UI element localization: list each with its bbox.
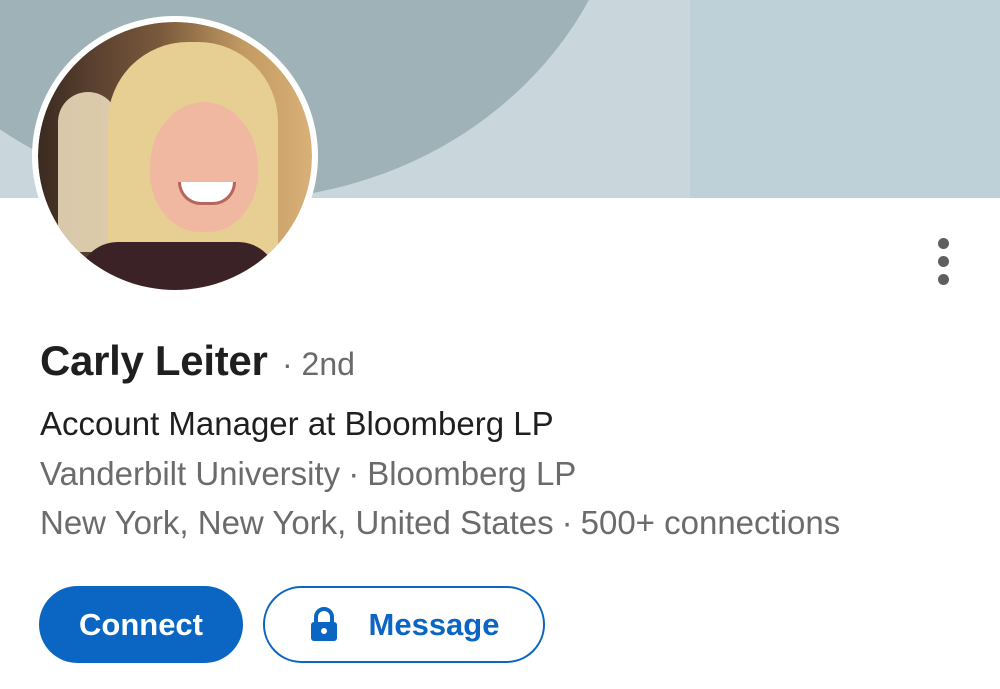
degree-separator: · <box>281 346 293 382</box>
more-options-button[interactable] <box>922 232 966 292</box>
banner-panel <box>690 0 1000 198</box>
connection-degree: · 2nd <box>282 346 355 382</box>
education[interactable]: Vanderbilt University <box>40 455 340 492</box>
name-line: Carly Leiter · 2nd <box>40 337 355 385</box>
education-company-line: Vanderbilt University · Bloomberg LP <box>40 455 576 493</box>
avatar-photo <box>38 22 312 290</box>
more-vertical-icon <box>938 238 949 249</box>
connect-label: Connect <box>79 606 203 642</box>
degree-label: 2nd <box>301 346 355 382</box>
profile-avatar[interactable] <box>38 22 312 290</box>
profile-headline: Account Manager at Bloomberg LP <box>40 405 554 442</box>
lock-icon <box>310 606 337 641</box>
message-label: Message <box>368 606 500 642</box>
message-button[interactable]: Message <box>263 586 545 663</box>
connect-button[interactable]: Connect <box>39 586 243 663</box>
connections-count[interactable]: 500+ connections <box>581 504 841 541</box>
location: New York, New York, United States <box>40 504 554 541</box>
location-line: New York, New York, United States · 500+ c… <box>40 504 840 542</box>
profile-name: Carly Leiter <box>40 337 268 384</box>
separator: · <box>561 504 573 541</box>
company[interactable]: Bloomberg LP <box>367 455 576 492</box>
separator: · <box>348 455 360 492</box>
